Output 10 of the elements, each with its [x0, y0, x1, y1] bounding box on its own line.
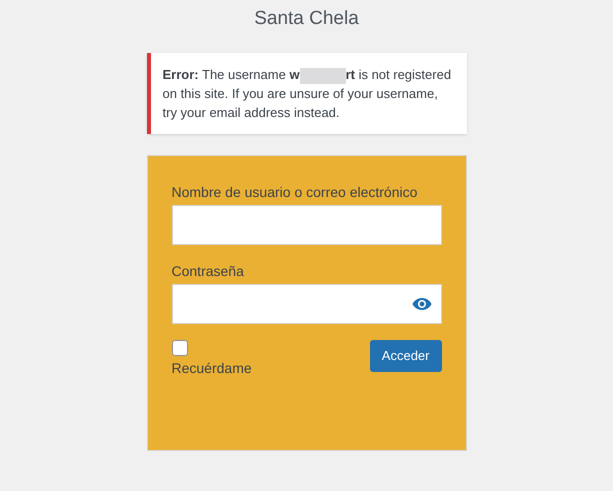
password-field[interactable]	[172, 284, 442, 324]
error-message: Error: The username w rt is not registered on this site. If you are unsure of your username, try your email address instead.	[162, 66, 452, 122]
username-field[interactable]	[172, 205, 442, 245]
site-title[interactable]: Santa Chela	[254, 6, 359, 32]
remember-checkbox[interactable]	[172, 340, 188, 356]
remember-label: Recuérdame	[172, 359, 252, 378]
username-label: Nombre de usuario o correo electrónico	[172, 183, 418, 202]
eye-icon[interactable]	[412, 297, 432, 311]
login-button[interactable]: Acceder	[370, 340, 442, 372]
password-label: Contraseña	[172, 262, 245, 281]
